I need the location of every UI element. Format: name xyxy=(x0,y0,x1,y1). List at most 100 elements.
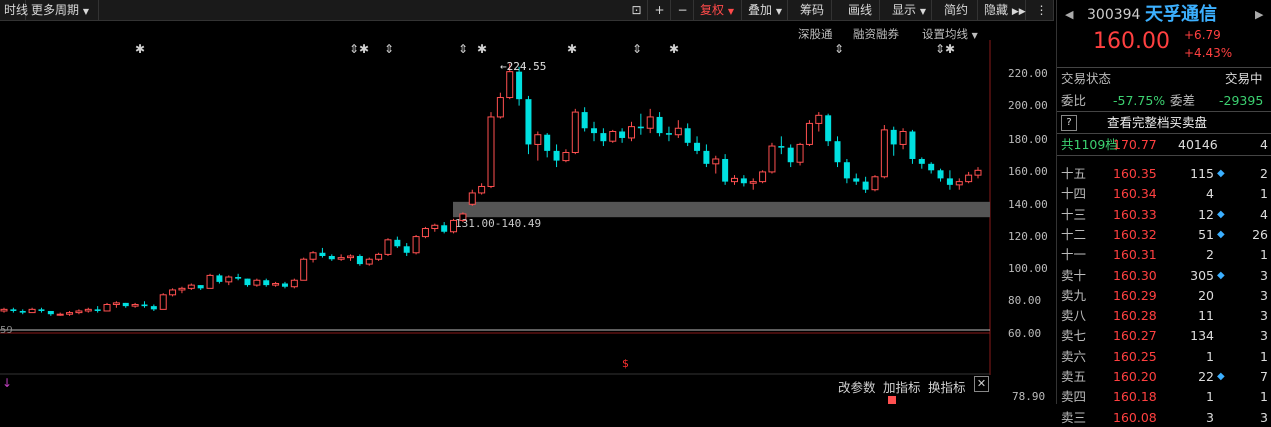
candle-body xyxy=(825,115,832,142)
order-marker-icon: ◆ xyxy=(1217,228,1225,240)
candle xyxy=(974,167,982,179)
quote-panel: ◀ 300394 天孚通信 ▶ 160.00 +6.79 +4.43% 交易状态… xyxy=(1056,0,1271,425)
candle xyxy=(403,243,410,257)
candle-body xyxy=(619,131,626,138)
candle-body xyxy=(159,294,167,310)
order-volume: 1 xyxy=(1206,348,1214,364)
candle xyxy=(10,307,17,313)
indicator-toolbar: 改参数 加指标 换指标 ✕ xyxy=(0,375,990,395)
candle-body xyxy=(94,309,101,311)
order-book-row[interactable]: 卖五 160.20 22 ◆ 7 xyxy=(1057,367,1271,386)
order-volume: 1 xyxy=(1206,389,1214,405)
candle xyxy=(525,95,532,155)
candle-body xyxy=(66,312,74,315)
y-tick-label: 80.00 xyxy=(1008,294,1042,307)
candle xyxy=(834,136,841,168)
order-volume: 22 xyxy=(1198,369,1214,384)
order-level: 十二 xyxy=(1061,226,1087,242)
order-volume: 20 xyxy=(1198,287,1214,303)
candle xyxy=(421,226,429,239)
candle xyxy=(56,312,64,316)
candle-body xyxy=(56,313,64,316)
candle-body xyxy=(75,310,83,314)
candle-body xyxy=(131,304,139,307)
y-tick-label: 140.00 xyxy=(1008,198,1048,211)
modify-params-button[interactable]: 改参数 xyxy=(838,377,876,396)
order-book-row[interactable]: 卖七 160.27 134 3 xyxy=(1057,326,1271,345)
prev-stock-icon[interactable]: ◀ xyxy=(1065,4,1073,26)
candle-body xyxy=(216,275,223,282)
candle-body xyxy=(740,178,747,184)
candle xyxy=(534,131,542,161)
order-level: 十五 xyxy=(1061,166,1087,181)
order-book-row[interactable]: 卖九 160.29 20 3 xyxy=(1057,286,1271,305)
order-price: 160.20 xyxy=(1113,369,1157,384)
y-tick-label: 120.00 xyxy=(1008,230,1048,243)
candle-body xyxy=(843,162,850,179)
candle xyxy=(347,254,355,261)
candle-body xyxy=(356,256,363,265)
diff-label: 委差 xyxy=(1170,93,1196,108)
candle xyxy=(749,178,757,190)
candle-body xyxy=(28,308,36,314)
diff-value: -29395 xyxy=(1219,93,1264,108)
next-stock-icon[interactable]: ▶ xyxy=(1255,4,1263,26)
candle xyxy=(955,178,963,190)
order-book-row[interactable]: 卖四 160.18 1 1 xyxy=(1057,387,1271,406)
candle xyxy=(431,223,439,232)
order-book-row[interactable]: 十三 160.33 12 ◆ 4 xyxy=(1057,205,1271,224)
candle xyxy=(591,121,598,142)
dividend-marker-icon[interactable]: $ xyxy=(622,357,629,370)
close-icon[interactable]: ✕ xyxy=(974,376,989,392)
candle-body xyxy=(937,170,944,179)
candle xyxy=(627,121,635,142)
order-book-row[interactable]: 卖六 160.25 1 1 xyxy=(1057,347,1271,366)
order-level: 卖三 xyxy=(1061,409,1087,425)
candle-body xyxy=(674,127,682,136)
total-volume: 40146 xyxy=(1178,137,1218,152)
candle-body xyxy=(178,287,186,291)
stock-name: 天孚通信 xyxy=(1145,4,1217,25)
candle xyxy=(0,307,8,313)
candle-body xyxy=(375,253,383,260)
candle-body xyxy=(871,176,879,191)
candle-body xyxy=(684,128,691,143)
order-price: 160.30 xyxy=(1113,267,1157,283)
candle-body xyxy=(478,185,486,194)
price-change-pct: +4.43% xyxy=(1184,46,1233,60)
candle xyxy=(216,273,223,284)
candle xyxy=(965,171,973,184)
candle-body xyxy=(731,177,738,183)
order-book-row[interactable]: 卖八 160.28 11 3 xyxy=(1057,306,1271,325)
order-count: 2 xyxy=(1260,166,1268,181)
candle-body xyxy=(787,147,794,163)
indicator-bar xyxy=(888,396,896,404)
candle xyxy=(384,238,392,257)
help-icon[interactable]: ? xyxy=(1061,115,1077,131)
order-book-row[interactable]: 十五 160.35 115 ◆ 2 xyxy=(1057,164,1271,183)
candle-body xyxy=(544,134,551,151)
total-count: 4 xyxy=(1260,137,1268,152)
order-book-row[interactable]: 卖十 160.30 305 ◆ 3 xyxy=(1057,266,1271,285)
order-book-row[interactable]: 卖三 160.08 3 3 xyxy=(1057,408,1271,427)
switch-indicator-button[interactable]: 换指标 xyxy=(928,377,966,396)
candle-body xyxy=(403,246,410,253)
candle-body xyxy=(591,128,598,134)
candle xyxy=(805,120,813,147)
candle-body xyxy=(394,239,401,247)
candle-body xyxy=(506,71,514,99)
candlestick-chart[interactable]: ←224.55 131.00-140.49 xyxy=(0,0,1054,404)
candle xyxy=(272,281,280,287)
full-book-link[interactable]: ? 查看完整档买卖盘 xyxy=(1057,113,1271,132)
order-book-row[interactable]: 十二 160.32 51 ◆ 26 xyxy=(1057,225,1271,244)
order-book-row[interactable]: 十一 160.31 2 1 xyxy=(1057,245,1271,264)
order-book-row[interactable]: 十四 160.34 4 1 xyxy=(1057,184,1271,203)
candle xyxy=(656,112,663,137)
candle xyxy=(880,125,888,179)
order-count: 1 xyxy=(1260,247,1268,263)
candle-body xyxy=(347,255,355,259)
candle xyxy=(937,168,944,182)
candle-body xyxy=(122,302,129,307)
candle xyxy=(412,234,420,255)
add-indicator-button[interactable]: 加指标 xyxy=(883,377,921,396)
